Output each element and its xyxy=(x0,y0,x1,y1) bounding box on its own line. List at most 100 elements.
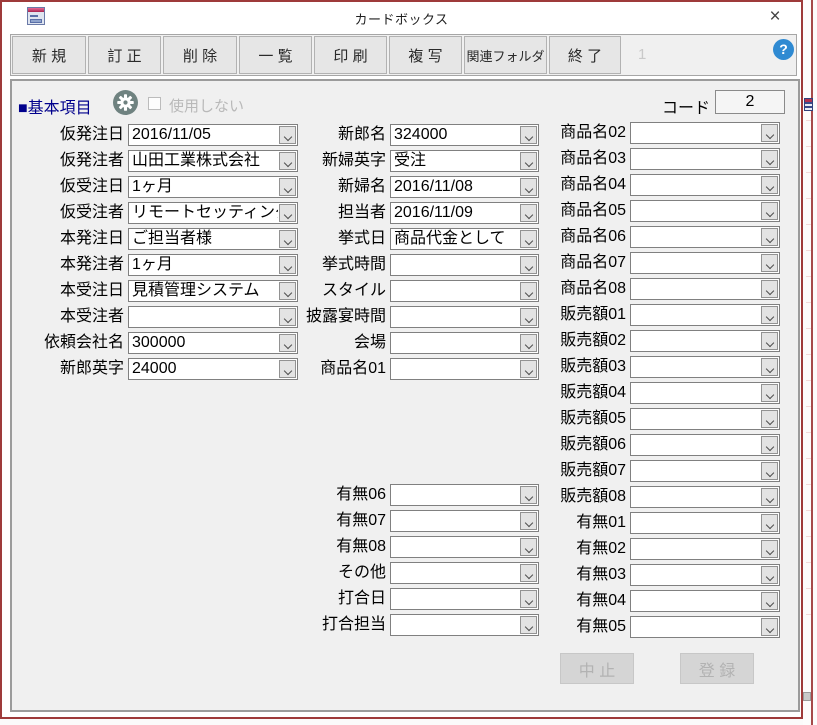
field-combobox[interactable] xyxy=(630,538,780,560)
field-combobox[interactable] xyxy=(128,306,298,328)
combobox-value xyxy=(634,539,760,559)
field-combobox[interactable] xyxy=(630,616,780,638)
code-field[interactable]: 2 xyxy=(715,90,785,114)
combobox-value xyxy=(634,461,760,481)
field-combobox[interactable]: ご担当者様 xyxy=(128,228,298,250)
field-combobox[interactable] xyxy=(630,226,780,248)
chevron-down-icon[interactable] xyxy=(761,592,778,610)
field-label: 有無04 xyxy=(576,592,626,609)
field-combobox[interactable]: 2016/11/09 xyxy=(390,202,539,224)
card-box-window: カードボックス × 終 了関連フォルダ複 写印 刷一 覧削 除訂 正新 規 1 … xyxy=(0,0,803,719)
background-fragment xyxy=(803,692,811,701)
field-label: 商品名05 xyxy=(560,202,626,219)
chevron-down-icon[interactable] xyxy=(761,488,778,506)
field-combobox[interactable]: 山田工業株式会社 xyxy=(128,150,298,172)
field-combobox[interactable] xyxy=(390,562,539,584)
close-icon[interactable]: × xyxy=(763,5,787,29)
chevron-down-icon[interactable] xyxy=(761,202,778,220)
chevron-down-icon[interactable] xyxy=(761,358,778,376)
chevron-down-icon[interactable] xyxy=(761,280,778,298)
chevron-down-icon[interactable] xyxy=(761,228,778,246)
field-label: 新婦名 xyxy=(337,178,386,195)
toolbar-button[interactable]: 訂 正 xyxy=(88,36,161,74)
field-combobox[interactable] xyxy=(630,382,780,404)
field-combobox[interactable] xyxy=(630,148,780,170)
cancel-button[interactable]: 中 止 xyxy=(560,653,634,684)
toolbar-button[interactable]: 関連フォルダ xyxy=(464,36,547,74)
field-combobox[interactable] xyxy=(630,408,780,430)
combobox-value xyxy=(634,409,760,429)
chevron-down-icon[interactable] xyxy=(761,514,778,532)
chevron-down-icon[interactable] xyxy=(761,540,778,558)
toolbar-button[interactable]: 新 規 xyxy=(12,36,86,74)
combobox-value: 24000 xyxy=(132,360,177,377)
field-combobox[interactable] xyxy=(630,174,780,196)
toolbar-button[interactable]: 複 写 xyxy=(389,36,462,74)
field-combobox[interactable] xyxy=(630,252,780,274)
field-combobox[interactable] xyxy=(390,510,539,532)
field-combobox[interactable]: 1ヶ月 xyxy=(128,176,298,198)
field-combobox[interactable] xyxy=(630,564,780,586)
chevron-down-icon[interactable] xyxy=(761,384,778,402)
field-combobox[interactable] xyxy=(630,278,780,300)
field-combobox[interactable]: 2016/11/08 xyxy=(390,176,539,198)
field-combobox[interactable] xyxy=(630,122,780,144)
field-label: 披露宴時間 xyxy=(305,308,386,325)
field-combobox[interactable]: 2016/11/05 xyxy=(128,124,298,146)
chevron-down-icon[interactable] xyxy=(761,254,778,272)
field-combobox[interactable] xyxy=(630,200,780,222)
field-combobox[interactable] xyxy=(630,434,780,456)
field-combobox[interactable] xyxy=(390,358,539,380)
field-combobox[interactable]: リモートセッティング xyxy=(128,202,298,224)
gear-icon[interactable] xyxy=(113,90,138,115)
field-combobox[interactable] xyxy=(390,254,539,276)
field-combobox[interactable] xyxy=(630,330,780,352)
do-not-use-checkbox[interactable] xyxy=(148,97,161,110)
combobox-value: 見積管理システム xyxy=(132,282,260,299)
combobox-value: 1ヶ月 xyxy=(132,178,173,195)
field-combobox[interactable] xyxy=(630,356,780,378)
chevron-down-icon[interactable] xyxy=(761,410,778,428)
field-label: 商品名04 xyxy=(560,176,626,193)
chevron-down-icon[interactable] xyxy=(761,306,778,324)
chevron-down-icon[interactable] xyxy=(761,150,778,168)
window-title: カードボックス xyxy=(354,12,449,27)
toolbar-button[interactable]: 削 除 xyxy=(163,36,237,74)
field-combobox[interactable] xyxy=(630,460,780,482)
field-combobox[interactable] xyxy=(390,614,539,636)
toolbar-button[interactable]: 一 覧 xyxy=(239,36,312,74)
toolbar-button[interactable]: 印 刷 xyxy=(314,36,387,74)
field-combobox[interactable] xyxy=(390,332,539,354)
field-combobox[interactable]: 1ヶ月 xyxy=(128,254,298,276)
chevron-down-icon[interactable] xyxy=(761,462,778,480)
field-combobox[interactable]: 324000 xyxy=(390,124,539,146)
chevron-down-icon[interactable] xyxy=(761,618,778,636)
basic-items-panel: ■基本項目 使用しない コード 2 中 止 登 録 仮発注日 2016/11/0… xyxy=(10,79,800,712)
chevron-down-icon[interactable] xyxy=(761,566,778,584)
combobox-value xyxy=(634,565,760,585)
field-combobox[interactable]: 見積管理システム xyxy=(128,280,298,302)
help-icon[interactable]: ? xyxy=(773,39,794,60)
field-label: 有無08 xyxy=(336,538,386,555)
field-combobox[interactable] xyxy=(390,306,539,328)
field-combobox[interactable]: 300000 xyxy=(128,332,298,354)
field-combobox[interactable] xyxy=(630,304,780,326)
field-combobox[interactable] xyxy=(630,512,780,534)
chevron-down-icon[interactable] xyxy=(761,176,778,194)
chevron-down-icon[interactable] xyxy=(761,436,778,454)
field-combobox[interactable] xyxy=(390,536,539,558)
field-combobox[interactable] xyxy=(390,280,539,302)
field-combobox[interactable] xyxy=(390,484,539,506)
field-combobox[interactable] xyxy=(390,588,539,610)
field-combobox[interactable]: 商品代金として xyxy=(390,228,539,250)
field-label: 有無07 xyxy=(336,512,386,529)
field-combobox[interactable] xyxy=(630,590,780,612)
toolbar-button[interactable]: 終 了 xyxy=(549,36,621,74)
field-label: 商品名06 xyxy=(560,228,626,245)
field-combobox[interactable]: 受注 xyxy=(390,150,539,172)
chevron-down-icon[interactable] xyxy=(761,124,778,142)
field-combobox[interactable]: 24000 xyxy=(128,358,298,380)
field-combobox[interactable] xyxy=(630,486,780,508)
chevron-down-icon[interactable] xyxy=(761,332,778,350)
register-button[interactable]: 登 録 xyxy=(680,653,754,684)
